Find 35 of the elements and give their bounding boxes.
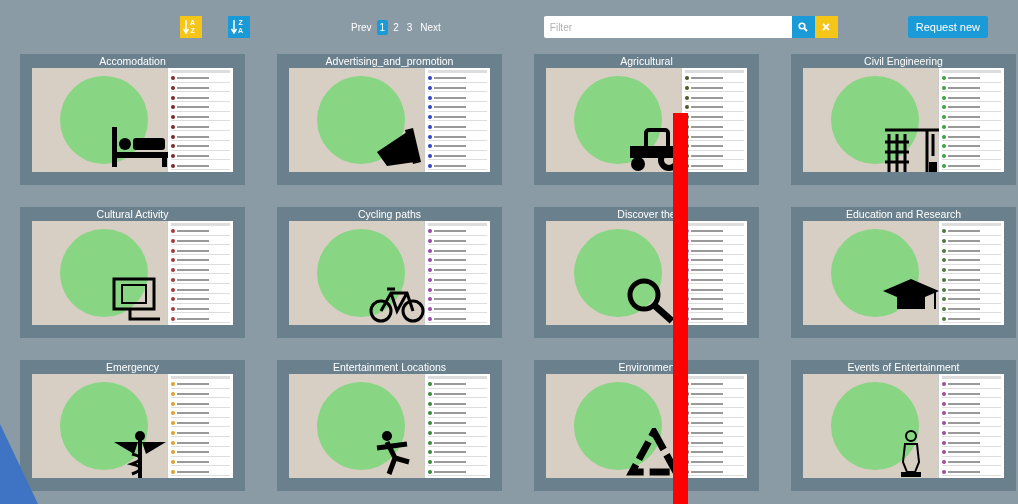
search-button[interactable] — [791, 16, 815, 38]
clear-button[interactable] — [814, 16, 838, 38]
category-card[interactable]: Civil Engineering — [791, 54, 1016, 185]
request-new-button[interactable]: Request new — [907, 16, 989, 38]
card-title: Cultural Activity — [95, 207, 170, 221]
category-card[interactable]: Cycling paths — [277, 207, 502, 338]
filter-field[interactable]: Filter — [543, 16, 792, 38]
prev-link[interactable]: Prev — [348, 19, 375, 35]
card-title: Agricultural — [619, 54, 674, 68]
next-link[interactable]: Next — [417, 19, 444, 35]
card-title: Environmen — [617, 360, 676, 374]
close-icon — [822, 23, 831, 31]
card-title: Accomodation — [98, 54, 167, 68]
category-card[interactable]: Accomodation — [20, 54, 245, 185]
category-card[interactable]: Entertainment Locations — [277, 360, 502, 491]
card-title: Emergency — [104, 360, 161, 374]
down-arrow-icon — [231, 20, 237, 34]
page-link[interactable]: 1 — [376, 19, 389, 35]
card-title: Entertainment Locations — [331, 360, 448, 374]
category-card[interactable]: Environmen — [534, 360, 759, 491]
category-card[interactable]: Advertising_and_promotion — [277, 54, 502, 185]
category-card[interactable]: Agricultural — [534, 54, 759, 185]
card-title: Cycling paths — [357, 207, 422, 221]
card-title: Events of Entertainment — [846, 360, 961, 374]
category-card[interactable]: Education and Research — [791, 207, 1016, 338]
category-card[interactable]: Events of Entertainment — [791, 360, 1016, 491]
category-card[interactable]: Emergency — [20, 360, 245, 491]
card-title: Civil Engineering — [863, 54, 944, 68]
search-icon — [798, 22, 809, 32]
down-arrow-icon — [183, 20, 189, 34]
page-link[interactable]: 2 — [390, 19, 402, 35]
page-link[interactable]: 3 — [403, 19, 416, 35]
category-card[interactable]: Cultural Activity — [20, 207, 245, 338]
card-title: Advertising_and_promotion — [324, 54, 455, 68]
card-title: Education and Research — [845, 207, 962, 221]
